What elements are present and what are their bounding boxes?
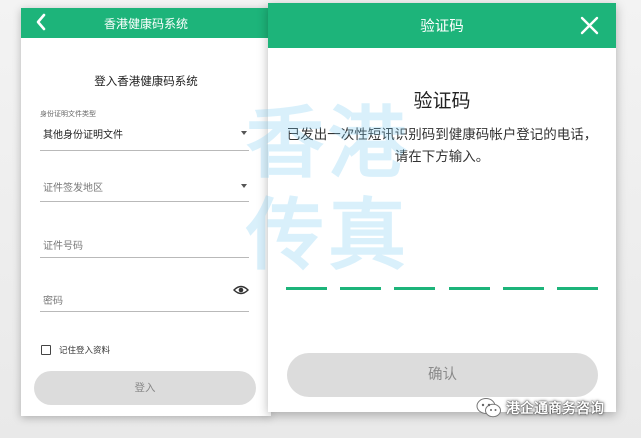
doc-type-value: 其他身份证明文件 xyxy=(43,130,123,141)
eye-icon[interactable] xyxy=(233,284,249,296)
screenshot-composite: 香港健康码系统 登入香港健康码系统 身份证明文件类型 其他身份证明文件 证件签发… xyxy=(0,0,641,438)
remember-label: 记住登入资料 xyxy=(59,346,111,356)
confirm-button[interactable]: 确认 xyxy=(287,353,598,397)
dropdown-caret-icon xyxy=(241,131,247,135)
otp-digit-slot[interactable] xyxy=(340,287,382,290)
login-button[interactable]: 登入 xyxy=(34,371,256,405)
wechat-icon xyxy=(476,398,501,418)
issue-region-placeholder: 证件签发地区 xyxy=(43,183,103,194)
password-input[interactable]: 密码 xyxy=(40,280,249,312)
login-heading: 登入香港健康码系统 xyxy=(94,74,198,88)
login-screen: 香港健康码系统 登入香港健康码系统 身份证明文件类型 其他身份证明文件 证件签发… xyxy=(21,8,271,416)
doc-number-input[interactable]: 证件号码 xyxy=(40,226,249,258)
otp-header: 验证码 xyxy=(268,3,616,48)
close-icon xyxy=(580,16,599,35)
doc-type-label: 身份证明文件类型 xyxy=(40,110,96,118)
back-button[interactable] xyxy=(31,11,51,33)
doc-number-placeholder: 证件号码 xyxy=(43,241,83,252)
otp-digit-slot[interactable] xyxy=(394,287,436,290)
login-header: 香港健康码系统 xyxy=(21,8,271,38)
chevron-left-icon xyxy=(36,13,46,31)
password-placeholder: 密码 xyxy=(43,296,63,307)
otp-digit-slot[interactable] xyxy=(502,287,544,290)
dropdown-caret-icon xyxy=(241,184,247,188)
otp-input-group[interactable] xyxy=(286,287,598,291)
source-mark: 港企通商务咨询 xyxy=(476,397,604,419)
remember-login-option[interactable]: 记住登入资料 xyxy=(41,344,110,356)
login-header-title: 香港健康码系统 xyxy=(103,16,188,31)
close-button[interactable] xyxy=(580,16,599,35)
otp-description: 已发出一次性短讯识别码到健康码帐户登记的电话，请在下方输入。 xyxy=(286,127,598,165)
otp-dialog: 验证码 验证码 已发出一次性短讯识别码到健康码帐户登记的电话，请在下方输入。 确… xyxy=(268,3,616,412)
otp-digit-slot[interactable] xyxy=(556,287,598,290)
doc-type-select[interactable]: 身份证明文件类型 其他身份证明文件 xyxy=(40,107,249,151)
otp-digit-slot[interactable] xyxy=(286,287,327,290)
issue-region-select[interactable]: 证件签发地区 xyxy=(40,168,249,202)
otp-header-title: 验证码 xyxy=(420,19,464,35)
otp-heading: 验证码 xyxy=(413,90,471,112)
remember-checkbox[interactable] xyxy=(41,345,51,355)
source-label: 港企通商务咨询 xyxy=(506,401,604,417)
otp-digit-slot[interactable] xyxy=(448,287,490,290)
